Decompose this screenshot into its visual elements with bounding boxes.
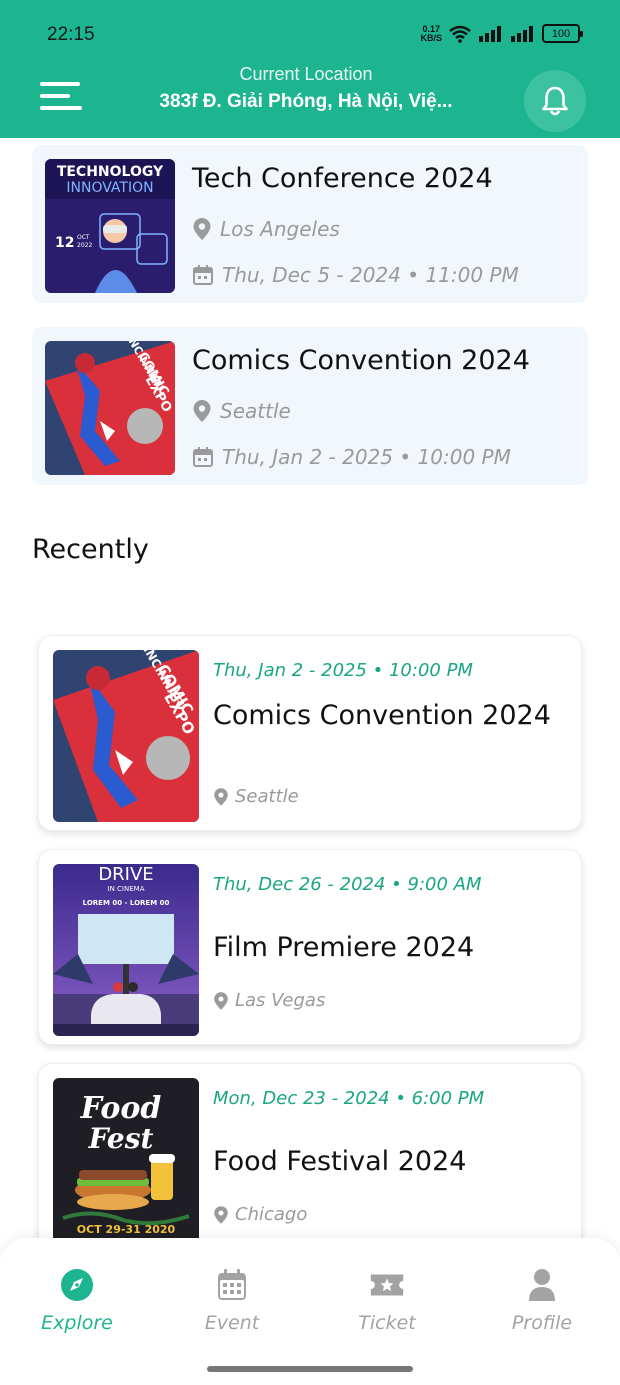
calendar-icon [193,265,213,285]
net-speed-unit: KB/S [420,32,442,43]
status-bar: 22:15 0.17 KB/S 100 [0,0,620,60]
poster-line3: OCT 29-31 2020 [77,1223,176,1236]
event-datetime: Thu, Jan 2 - 2025 • 10:00 PM [192,445,511,469]
wifi-icon [449,25,471,43]
event-location: Las Vegas [213,990,325,1011]
poster-year: 2022 [77,242,92,249]
nav-profile[interactable]: Profile [482,1268,602,1334]
event-title: Comics Convention 2024 [213,700,551,731]
recent-event-card[interactable]: Food Fest OCT 29-31 2020 Mon, Dec 23 - 2… [38,1063,582,1259]
recent-event-card[interactable]: DRIVE IN CINEMA LOREM 00 - LOREM 00 Thu,… [38,849,582,1045]
nav-explore-label: Explore [41,1312,113,1334]
poster-day: 12 [55,235,74,251]
event-poster: CINCINNATI COMIC EXPO [45,341,175,475]
poster-title-line1: TECHNOLOGY [57,164,164,180]
signal-icon [479,25,501,42]
event-location: Seattle [213,786,299,807]
event-datetime: Thu, Jan 2 - 2025 • 10:00 PM [213,660,473,681]
person-icon [525,1268,559,1302]
location-pin-icon [214,1205,228,1224]
event-datetime: Mon, Dec 23 - 2024 • 6:00 PM [213,1088,485,1109]
calendar-icon [193,447,213,467]
nav-explore[interactable]: Explore [17,1268,137,1334]
nav-event[interactable]: Event [172,1268,292,1334]
event-location-text: Chicago [235,1204,308,1225]
ticket-icon [370,1268,404,1302]
recent-event-card[interactable]: CINCINNATI COMIC EXPO Thu, Jan 2 - 2025 … [38,635,582,831]
home-indicator[interactable] [207,1366,413,1372]
event-location-text: Los Angeles [220,217,340,241]
menu-button[interactable] [40,78,84,114]
event-datetime: Thu, Dec 26 - 2024 • 9:00 AM [213,874,482,895]
featured-event-card[interactable]: CINCINNATI COMIC EXPO Comics Convention … [32,327,588,485]
notification-button[interactable] [524,70,586,132]
poster-line2: IN CINEMA [108,885,145,893]
event-poster: CINCINNATI COMIC EXPO [53,650,199,822]
recently-section-title: Recently [32,534,149,565]
event-datetime-text: Thu, Jan 2 - 2025 • 10:00 PM [222,445,511,469]
location-pin-icon [214,787,228,806]
event-location-text: Seattle [220,399,291,423]
signal-icon [511,25,533,42]
bell-icon [542,86,568,116]
calendar-icon [215,1268,249,1302]
net-speed: 0.17 KB/S [420,24,442,43]
location-value: 383f Đ. Giải Phóng, Hà Nội, Việ... [159,91,453,112]
location-pin-icon [193,400,211,422]
nav-ticket[interactable]: Ticket [327,1268,447,1334]
compass-icon [60,1268,94,1302]
event-location: Seattle [192,399,291,423]
location-pin-icon [193,218,211,240]
event-datetime-text: Thu, Dec 5 - 2024 • 11:00 PM [222,263,519,287]
app-header: 22:15 0.17 KB/S 100 Current Location 383… [0,0,620,138]
poster-line2: Fest [88,1122,154,1155]
event-title: Tech Conference 2024 [192,163,493,194]
event-title: Film Premiere 2024 [213,932,475,963]
event-location-text: Seattle [235,786,299,807]
poster-month: OCT [77,234,90,241]
location-pin-icon [214,991,228,1010]
event-title: Food Festival 2024 [213,1146,467,1177]
battery-indicator: 100 [542,24,583,43]
poster-title-line2: INNOVATION [66,180,153,196]
status-icons: 0.17 KB/S 100 [420,24,583,43]
event-location: Los Angeles [192,217,340,241]
event-datetime: Thu, Dec 5 - 2024 • 11:00 PM [192,263,519,287]
nav-ticket-label: Ticket [358,1312,416,1334]
featured-event-card[interactable]: TECHNOLOGY INNOVATION 12 OCT 2022 Tech C… [32,145,588,303]
event-location: Chicago [213,1204,307,1225]
event-poster: Food Fest OCT 29-31 2020 [53,1078,199,1250]
poster-line3: LOREM 00 - LOREM 00 [83,899,170,907]
event-poster: DRIVE IN CINEMA LOREM 00 - LOREM 00 [53,864,199,1036]
status-time: 22:15 [47,24,95,45]
event-title: Comics Convention 2024 [192,345,530,376]
bottom-navigation: Explore Event Ticket Profile [0,1238,620,1385]
poster-line1: Food [80,1091,162,1126]
nav-profile-label: Profile [511,1312,573,1334]
event-location-text: Las Vegas [235,990,326,1011]
event-poster: TECHNOLOGY INNOVATION 12 OCT 2022 [45,159,175,293]
location-label: Current Location [239,64,373,84]
poster-line1: DRIVE [98,864,153,885]
current-location[interactable]: Current Location 383f Đ. Giải Phóng, Hà … [140,64,472,113]
nav-event-label: Event [204,1312,260,1334]
